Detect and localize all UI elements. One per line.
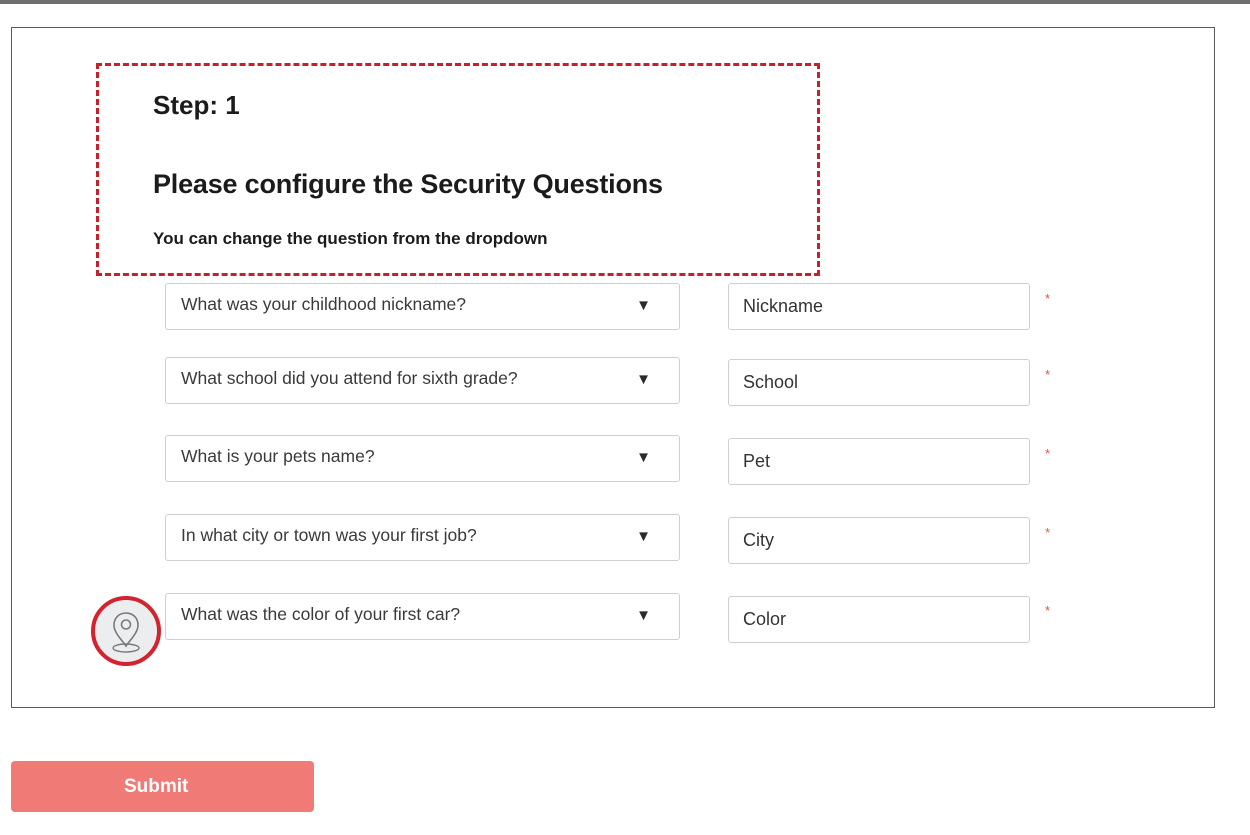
- question-select-3[interactable]: What is your pets name? ▼: [165, 435, 680, 482]
- submit-button[interactable]: Submit: [11, 761, 314, 812]
- required-asterisk: *: [1045, 367, 1051, 382]
- question-select-4-value: In what city or town was your first job?: [181, 525, 477, 545]
- page-title: Please configure the Security Questions: [153, 169, 663, 199]
- question-select-1-value: What was your childhood nickname?: [181, 294, 467, 314]
- required-asterisk: *: [1045, 525, 1051, 540]
- page-subtitle: You can change the question from the dro…: [153, 229, 548, 248]
- top-border-bar: [0, 0, 1250, 4]
- location-marker[interactable]: [91, 596, 161, 666]
- answer-field-1[interactable]: [728, 283, 1030, 330]
- chevron-down-icon: ▼: [636, 371, 651, 388]
- required-asterisk: *: [1045, 603, 1051, 618]
- location-pin-icon: [112, 612, 140, 653]
- question-select-5[interactable]: What was the color of your first car? ▼: [165, 593, 680, 640]
- required-asterisk: *: [1045, 446, 1051, 461]
- question-select-4[interactable]: In what city or town was your first job?…: [165, 514, 680, 561]
- chevron-down-icon: ▼: [636, 297, 651, 314]
- answer-field-4[interactable]: [728, 517, 1030, 564]
- chevron-down-icon: ▼: [636, 607, 651, 624]
- question-select-2[interactable]: What school did you attend for sixth gra…: [165, 357, 680, 404]
- required-asterisk: *: [1045, 291, 1051, 306]
- step-label: Step: 1: [153, 90, 240, 120]
- question-select-3-value: What is your pets name?: [181, 446, 375, 466]
- chevron-down-icon: ▼: [636, 449, 651, 466]
- question-select-5-value: What was the color of your first car?: [181, 604, 461, 624]
- answer-field-2[interactable]: [728, 359, 1030, 406]
- answer-field-5[interactable]: [728, 596, 1030, 643]
- question-select-1[interactable]: What was your childhood nickname? ▼: [165, 283, 680, 330]
- chevron-down-icon: ▼: [636, 528, 651, 545]
- question-select-2-value: What school did you attend for sixth gra…: [181, 368, 518, 388]
- answer-field-3[interactable]: [728, 438, 1030, 485]
